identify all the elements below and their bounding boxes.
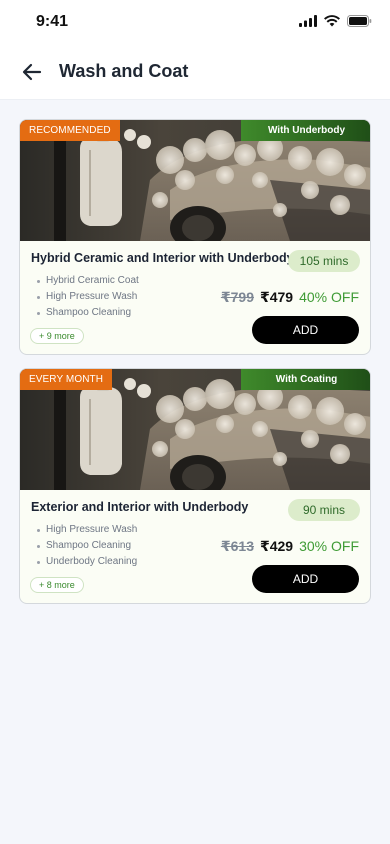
add-button[interactable]: ADD [252,316,359,344]
duration-badge: 105 mins [288,250,360,272]
variant-tag: With Coating [241,369,370,390]
package-title: Exterior and Interior with Underbody [31,500,249,514]
duration-badge: 90 mins [288,499,360,521]
back-button[interactable] [20,60,44,84]
more-features-chip[interactable]: + 9 more [30,328,84,344]
discounted-price: ₹479 [259,289,294,305]
back-arrow-icon [22,63,42,81]
original-price: ₹799 [220,289,254,305]
every-month-badge: EVERY MONTH [20,369,113,390]
package-card[interactable]: EVERY MONTH With Coating Exterior and In… [19,368,371,604]
add-button[interactable]: ADD [252,565,359,593]
car-wash-image: RECOMMENDED With Underbody [20,120,370,241]
package-title: Hybrid Ceramic and Interior with Underbo… [31,251,294,265]
package-card[interactable]: RECOMMENDED With Underbody Hybrid Cerami… [19,119,371,355]
feature-list: High Pressure Wash Shampoo Cleaning Unde… [37,522,137,570]
feature-item: Shampoo Cleaning [37,538,137,554]
more-features-chip[interactable]: + 8 more [30,577,84,593]
discount-label: 30% OFF [299,538,359,554]
signal-icon [299,15,317,27]
variant-tag: With Underbody [241,120,370,141]
battery-icon [347,15,372,27]
feature-item: Hybrid Ceramic Coat [37,273,139,289]
price-row: ₹613 ₹429 30% OFF [221,538,359,555]
feature-item: High Pressure Wash [37,289,139,305]
original-price: ₹613 [220,538,254,554]
discount-label: 40% OFF [299,289,359,305]
feature-item: Underbody Cleaning [37,554,137,570]
status-icons [299,15,372,27]
feature-item: Shampoo Cleaning [37,305,139,321]
recommended-badge: RECOMMENDED [20,120,120,141]
feature-item: High Pressure Wash [37,522,137,538]
feature-list: Hybrid Ceramic Coat High Pressure Wash S… [37,273,139,321]
status-bar: 9:41 [0,0,390,44]
car-wash-image: EVERY MONTH With Coating [20,369,370,490]
page-title: Wash and Coat [59,61,189,81]
status-time: 9:41 [36,13,69,30]
wifi-icon [324,15,340,27]
header: Wash and Coat [0,44,390,100]
price-row: ₹799 ₹479 40% OFF [221,289,359,306]
discounted-price: ₹429 [259,538,294,554]
